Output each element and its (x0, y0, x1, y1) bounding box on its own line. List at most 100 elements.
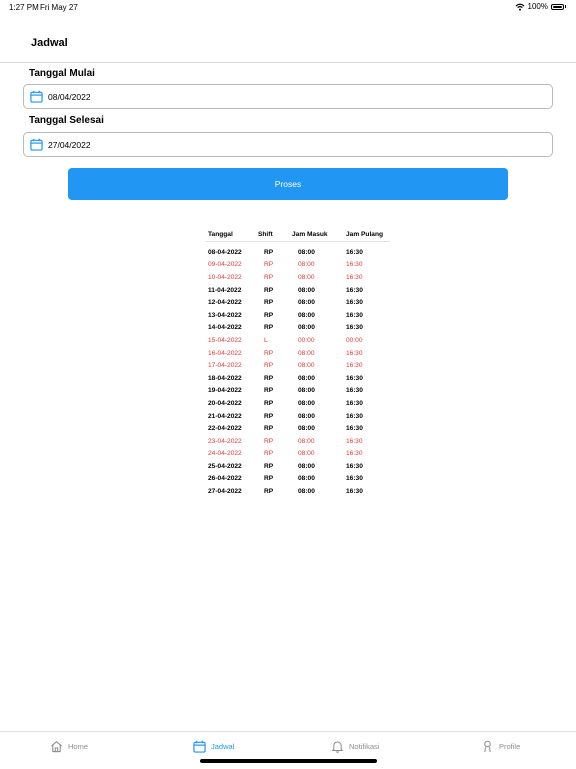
tab-home[interactable]: Home (50, 740, 88, 753)
end-date-value: 27/04/2022 (48, 139, 91, 150)
cell-shift: RP (264, 412, 274, 420)
cell-date: 19-04-2022 (208, 387, 242, 395)
cell-shift: L (264, 336, 268, 344)
home-indicator (200, 759, 377, 763)
cell-shift: RP (264, 462, 274, 470)
cell-jam-masuk: 08:00 (298, 374, 315, 382)
cell-shift: RP (264, 374, 274, 382)
proses-button[interactable]: Proses (68, 168, 508, 200)
cell-shift: RP (264, 450, 274, 458)
cell-date: 12-04-2022 (208, 299, 242, 307)
cell-jam-masuk: 08:00 (298, 273, 315, 281)
app-header: Jadwal (0, 28, 576, 63)
cell-jam-pulang: 16:30 (346, 349, 363, 357)
cell-date: 27-04-2022 (208, 488, 242, 496)
cell-shift: RP (264, 437, 274, 445)
cell-jam-masuk: 08:00 (298, 299, 315, 307)
cell-jam-masuk: 08:00 (298, 425, 315, 433)
cell-jam-masuk: 08:00 (298, 261, 315, 269)
cell-jam-masuk: 08:00 (298, 286, 315, 294)
cell-jam-pulang: 16:30 (346, 248, 363, 256)
cell-jam-pulang: 16:30 (346, 286, 363, 294)
table-row: 23-04-2022 RP 08:00 16:30 (206, 435, 390, 448)
cell-shift: RP (264, 387, 274, 395)
table-row: 10-04-2022 RP 08:00 16:30 (206, 271, 390, 284)
table-row: 18-04-2022 RP 08:00 16:30 (206, 372, 390, 385)
table-row: 08-04-2022 RP 08:00 16:30 (206, 242, 390, 259)
cell-jam-masuk: 08:00 (298, 248, 315, 256)
cell-date: 26-04-2022 (208, 475, 242, 483)
cell-jam-masuk: 08:00 (298, 488, 315, 496)
header-shift: Shift (258, 227, 292, 242)
cell-jam-pulang: 16:30 (346, 437, 363, 445)
cell-shift: RP (264, 324, 274, 332)
cell-shift: RP (264, 488, 274, 496)
page-title: Jadwal (31, 37, 68, 49)
table-row: 12-04-2022 RP 08:00 16:30 (206, 296, 390, 309)
cell-date: 22-04-2022 (208, 425, 242, 433)
cell-date: 11-04-2022 (208, 286, 242, 294)
bell-icon (331, 741, 344, 753)
cell-jam-pulang: 16:30 (346, 374, 363, 382)
start-date-field[interactable]: 08/04/2022 (23, 84, 553, 109)
tab-profile[interactable]: Profile (481, 740, 520, 753)
cell-jam-masuk: 08:00 (298, 387, 315, 395)
tab-jadwal-label: Jadwal (211, 742, 235, 751)
cell-shift: RP (264, 475, 274, 483)
calendar-icon (30, 90, 43, 103)
end-date-label: Tanggal Selesai (29, 115, 104, 126)
schedule-table: Tanggal Shift Jam Masuk Jam Pulang 08-04… (206, 227, 390, 498)
cell-jam-masuk: 00:00 (298, 336, 315, 344)
tab-bar: Home Jadwal Notifikasi Profile (0, 731, 576, 769)
cell-date: 09-04-2022 (208, 261, 242, 269)
cell-jam-pulang: 16:30 (346, 425, 363, 433)
table-row: 26-04-2022 RP 08:00 16:30 (206, 473, 390, 486)
cell-shift: RP (264, 273, 274, 281)
cell-jam-pulang: 16:30 (346, 475, 363, 483)
cell-jam-masuk: 08:00 (298, 437, 315, 445)
cell-jam-masuk: 08:00 (298, 362, 315, 370)
tab-home-label: Home (68, 742, 89, 751)
cell-date: 08-04-2022 (208, 248, 242, 256)
header-tanggal: Tanggal (206, 227, 258, 242)
battery-icon (551, 3, 564, 10)
tab-notifikasi[interactable]: Notifikasi (331, 740, 379, 753)
cell-jam-pulang: 16:30 (346, 488, 363, 496)
cell-jam-pulang: 16:30 (346, 462, 363, 470)
cell-jam-pulang: 16:30 (346, 450, 363, 458)
person-icon (484, 740, 491, 753)
table-row: 11-04-2022 RP 08:00 16:30 (206, 284, 390, 297)
status-time: 1:27 PM (9, 3, 39, 12)
table-row: 17-04-2022 RP 08:00 16:30 (206, 359, 390, 372)
cell-date: 17-04-2022 (208, 362, 242, 370)
cell-jam-pulang: 16:30 (346, 311, 363, 319)
cell-date: 15-04-2022 (208, 336, 242, 344)
end-date-field[interactable]: 27/04/2022 (23, 132, 553, 157)
tab-notifikasi-label: Notifikasi (349, 742, 380, 751)
status-date: Fri May 27 (40, 3, 78, 12)
table-row: 22-04-2022 RP 08:00 16:30 (206, 422, 390, 435)
tab-jadwal[interactable]: Jadwal (193, 740, 234, 753)
table-row: 27-04-2022 RP 08:00 16:30 (206, 485, 390, 498)
cell-jam-pulang: 16:30 (346, 399, 363, 407)
cell-shift: RP (264, 362, 274, 370)
cell-date: 18-04-2022 (208, 374, 242, 382)
cell-jam-masuk: 08:00 (298, 462, 315, 470)
cell-jam-pulang: 16:30 (346, 261, 363, 269)
table-row: 19-04-2022 RP 08:00 16:30 (206, 385, 390, 398)
cell-date: 13-04-2022 (208, 311, 242, 319)
cell-date: 20-04-2022 (208, 399, 242, 407)
cell-jam-masuk: 08:00 (298, 475, 315, 483)
cell-jam-pulang: 16:30 (346, 299, 363, 307)
calendar-icon (193, 740, 206, 753)
cell-date: 14-04-2022 (208, 324, 242, 332)
cell-date: 23-04-2022 (208, 437, 242, 445)
cell-jam-masuk: 08:00 (298, 311, 315, 319)
cell-shift: RP (264, 299, 274, 307)
tab-profile-label: Profile (499, 742, 521, 751)
cell-jam-pulang: 16:30 (346, 273, 363, 281)
cell-jam-masuk: 08:00 (298, 324, 315, 332)
header-jam-pulang: Jam Pulang (346, 227, 390, 242)
cell-jam-masuk: 08:00 (298, 349, 315, 357)
cell-jam-pulang: 16:30 (346, 362, 363, 370)
